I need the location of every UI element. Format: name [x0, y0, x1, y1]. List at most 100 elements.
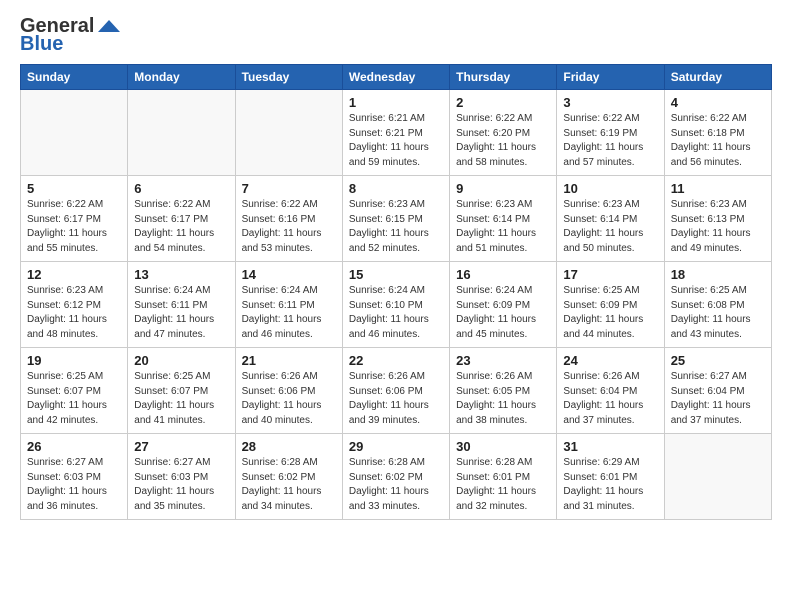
calendar-day-9: 9Sunrise: 6:23 AMSunset: 6:14 PMDaylight… [450, 176, 557, 262]
day-info: Sunrise: 6:25 AMSunset: 6:07 PMDaylight:… [134, 370, 228, 428]
day-number: 28 [242, 439, 336, 454]
day-info: Sunrise: 6:25 AMSunset: 6:09 PMDaylight:… [563, 284, 657, 342]
day-number: 22 [349, 353, 443, 368]
day-info: Sunrise: 6:27 AMSunset: 6:04 PMDaylight:… [671, 370, 765, 428]
day-info: Sunrise: 6:29 AMSunset: 6:01 PMDaylight:… [563, 456, 657, 514]
calendar-day-21: 21 Sunrise: 6:26 AMSunset: 6:06 PMDayligh… [235, 348, 342, 434]
calendar-table: SundayMondayTuesdayWednesdayThursdayFrid… [20, 64, 772, 520]
calendar-day-27: 27 Sunrise: 6:27 AMSunset: 6:03 PMDayligh… [128, 434, 235, 520]
day-number: 1 [349, 95, 443, 110]
day-number: 6 [134, 181, 228, 196]
calendar-header-row: SundayMondayTuesdayWednesdayThursdayFrid… [21, 65, 772, 90]
calendar-day-29: 29 Sunrise: 6:28 AMSunset: 6:02 PMDayligh… [342, 434, 449, 520]
day-number: 19 [27, 353, 121, 368]
day-info: Sunrise: 6:24 AMSunset: 6:11 PMDaylight:… [242, 284, 336, 342]
day-info: Sunrise: 6:22 AMSunset: 6:17 PMDaylight:… [134, 198, 228, 256]
calendar-day-31: 31 Sunrise: 6:29 AMSunset: 6:01 PMDayligh… [557, 434, 664, 520]
day-number: 26 [27, 439, 121, 454]
calendar-week-row: 5 Sunrise: 6:22 AMSunset: 6:17 PMDaylight… [21, 176, 772, 262]
day-info: Sunrise: 6:21 AMSunset: 6:21 PMDaylight:… [349, 112, 443, 170]
day-number: 25 [671, 353, 765, 368]
calendar-day-19: 19 Sunrise: 6:25 AMSunset: 6:07 PMDayligh… [21, 348, 128, 434]
day-number: 15 [349, 267, 443, 282]
calendar-day-4: 4 Sunrise: 6:22 AMSunset: 6:18 PMDaylight… [664, 90, 771, 176]
calendar-day-23: 23 Sunrise: 6:26 AMSunset: 6:05 PMDayligh… [450, 348, 557, 434]
day-number: 11 [671, 181, 765, 196]
page: General Blue SundayMondayTuesdayWednesda… [0, 0, 792, 612]
calendar-day-empty [664, 434, 771, 520]
calendar-header-saturday: Saturday [664, 65, 771, 90]
day-info: Sunrise: 6:23 AMSunset: 6:14 PMDaylight:… [563, 198, 657, 256]
calendar-header-monday: Monday [128, 65, 235, 90]
calendar-day-2: 2Sunrise: 6:22 AMSunset: 6:20 PMDaylight… [450, 90, 557, 176]
day-info: Sunrise: 6:22 AMSunset: 6:19 PMDaylight:… [563, 112, 657, 170]
day-number: 24 [563, 353, 657, 368]
day-number: 4 [671, 95, 765, 110]
day-number: 31 [563, 439, 657, 454]
day-number: 9 [456, 181, 550, 196]
calendar-day-8: 8 Sunrise: 6:23 AMSunset: 6:15 PMDaylight… [342, 176, 449, 262]
day-number: 5 [27, 181, 121, 196]
day-info: Sunrise: 6:22 AMSunset: 6:16 PMDaylight:… [242, 198, 336, 256]
day-info: Sunrise: 6:22 AMSunset: 6:17 PMDaylight:… [27, 198, 121, 256]
day-number: 18 [671, 267, 765, 282]
calendar-day-20: 20 Sunrise: 6:25 AMSunset: 6:07 PMDayligh… [128, 348, 235, 434]
calendar-day-1: 1 Sunrise: 6:21 AMSunset: 6:21 PMDaylight… [342, 90, 449, 176]
calendar-day-22: 22Sunrise: 6:26 AMSunset: 6:06 PMDayligh… [342, 348, 449, 434]
day-info: Sunrise: 6:27 AMSunset: 6:03 PMDaylight:… [27, 456, 121, 514]
calendar-week-row: 12Sunrise: 6:23 AMSunset: 6:12 PMDayligh… [21, 262, 772, 348]
day-number: 7 [242, 181, 336, 196]
calendar-day-7: 7 Sunrise: 6:22 AMSunset: 6:16 PMDaylight… [235, 176, 342, 262]
day-number: 12 [27, 267, 121, 282]
day-info: Sunrise: 6:23 AMSunset: 6:15 PMDaylight:… [349, 198, 443, 256]
calendar-day-empty [21, 90, 128, 176]
day-info: Sunrise: 6:28 AMSunset: 6:02 PMDaylight:… [242, 456, 336, 514]
calendar-header-wednesday: Wednesday [342, 65, 449, 90]
calendar-day-12: 12Sunrise: 6:23 AMSunset: 6:12 PMDayligh… [21, 262, 128, 348]
day-info: Sunrise: 6:24 AMSunset: 6:10 PMDaylight:… [349, 284, 443, 342]
day-info: Sunrise: 6:28 AMSunset: 6:01 PMDaylight:… [456, 456, 550, 514]
day-number: 27 [134, 439, 228, 454]
day-number: 23 [456, 353, 550, 368]
calendar-week-row: 1 Sunrise: 6:21 AMSunset: 6:21 PMDaylight… [21, 90, 772, 176]
day-number: 8 [349, 181, 443, 196]
calendar-week-row: 19 Sunrise: 6:25 AMSunset: 6:07 PMDayligh… [21, 348, 772, 434]
day-number: 20 [134, 353, 228, 368]
calendar-day-empty [235, 90, 342, 176]
day-number: 13 [134, 267, 228, 282]
day-number: 30 [456, 439, 550, 454]
calendar-header-friday: Friday [557, 65, 664, 90]
calendar-day-15: 15 Sunrise: 6:24 AMSunset: 6:10 PMDayligh… [342, 262, 449, 348]
calendar-week-row: 26 Sunrise: 6:27 AMSunset: 6:03 PMDayligh… [21, 434, 772, 520]
day-number: 2 [456, 95, 550, 110]
day-info: Sunrise: 6:23 AMSunset: 6:13 PMDaylight:… [671, 198, 765, 256]
calendar-day-24: 24Sunrise: 6:26 AMSunset: 6:04 PMDayligh… [557, 348, 664, 434]
calendar-day-16: 16Sunrise: 6:24 AMSunset: 6:09 PMDayligh… [450, 262, 557, 348]
day-number: 14 [242, 267, 336, 282]
logo-blue: Blue [20, 34, 63, 54]
day-info: Sunrise: 6:22 AMSunset: 6:18 PMDaylight:… [671, 112, 765, 170]
day-number: 21 [242, 353, 336, 368]
day-info: Sunrise: 6:27 AMSunset: 6:03 PMDaylight:… [134, 456, 228, 514]
day-info: Sunrise: 6:26 AMSunset: 6:06 PMDaylight:… [242, 370, 336, 428]
logo: General Blue [20, 16, 120, 54]
day-info: Sunrise: 6:26 AMSunset: 6:05 PMDaylight:… [456, 370, 550, 428]
day-number: 17 [563, 267, 657, 282]
logo-icon [98, 18, 120, 34]
day-number: 10 [563, 181, 657, 196]
calendar-day-5: 5 Sunrise: 6:22 AMSunset: 6:17 PMDaylight… [21, 176, 128, 262]
calendar-day-26: 26 Sunrise: 6:27 AMSunset: 6:03 PMDayligh… [21, 434, 128, 520]
day-number: 3 [563, 95, 657, 110]
calendar-day-14: 14 Sunrise: 6:24 AMSunset: 6:11 PMDayligh… [235, 262, 342, 348]
calendar-day-17: 17 Sunrise: 6:25 AMSunset: 6:09 PMDayligh… [557, 262, 664, 348]
calendar-header-thursday: Thursday [450, 65, 557, 90]
calendar-day-6: 6 Sunrise: 6:22 AMSunset: 6:17 PMDaylight… [128, 176, 235, 262]
day-info: Sunrise: 6:25 AMSunset: 6:08 PMDaylight:… [671, 284, 765, 342]
day-info: Sunrise: 6:28 AMSunset: 6:02 PMDaylight:… [349, 456, 443, 514]
day-number: 29 [349, 439, 443, 454]
day-info: Sunrise: 6:25 AMSunset: 6:07 PMDaylight:… [27, 370, 121, 428]
calendar-day-3: 3 Sunrise: 6:22 AMSunset: 6:19 PMDaylight… [557, 90, 664, 176]
calendar-day-25: 25 Sunrise: 6:27 AMSunset: 6:04 PMDayligh… [664, 348, 771, 434]
calendar-day-28: 28 Sunrise: 6:28 AMSunset: 6:02 PMDayligh… [235, 434, 342, 520]
day-info: Sunrise: 6:24 AMSunset: 6:11 PMDaylight:… [134, 284, 228, 342]
